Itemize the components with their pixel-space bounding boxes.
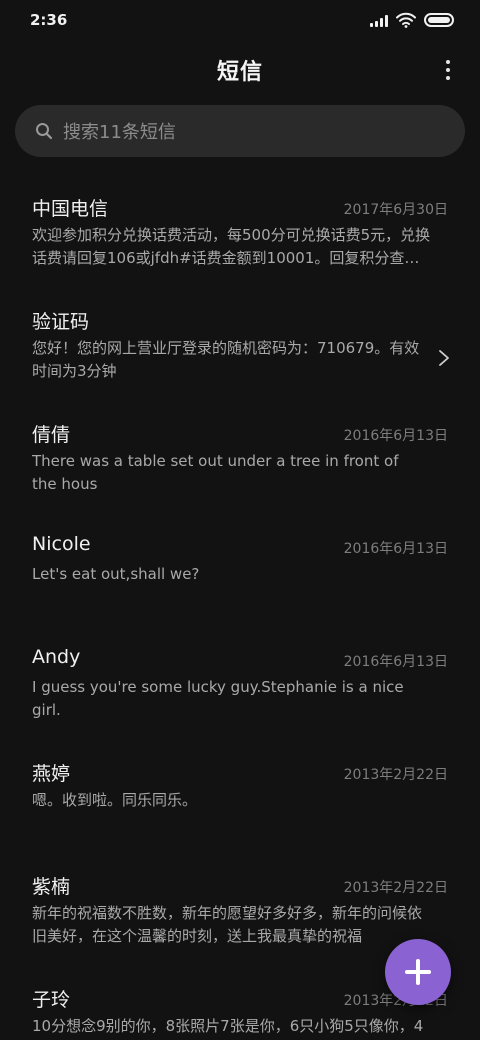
- message-preview: I guess you're some lucky guy.Stephanie …: [32, 678, 404, 719]
- message-preview: 您好！您的网上营业厅登录的随机密码为：710679。有效时间为3分钟: [32, 339, 420, 380]
- message-preview: 欢迎参加积分兑换话费活动，每500分可兑换话费5元，兑换话费请回复106或jfd…: [32, 226, 431, 267]
- contact-name: 验证码: [32, 311, 90, 333]
- message-date: 2017年6月30日: [343, 202, 448, 218]
- contact-name: 倩倩: [32, 424, 71, 446]
- new-message-button[interactable]: [385, 939, 451, 1005]
- message-date: 2016年6月13日: [343, 541, 448, 557]
- conversation-list: 中国电信 2017年6月30日 欢迎参加积分兑换话费活动，每500分可兑换话费5…: [0, 180, 480, 1040]
- list-item[interactable]: Andy 2016年6月13日 I guess you're some luck…: [0, 632, 480, 745]
- contact-name: 紫楠: [32, 876, 71, 898]
- search-placeholder: 搜索11条短信: [63, 122, 176, 143]
- message-date: 2016年6月13日: [343, 428, 448, 444]
- message-preview: 新年的祝福数不胜数，新年的愿望好多好多，新年的问候依旧美好，在这个温馨的时刻，送…: [32, 904, 423, 945]
- status-bar: 2:36: [0, 0, 480, 42]
- message-preview: 嗯。收到啦。同乐同乐。: [32, 791, 198, 809]
- message-preview: 10分想念9别的你，8张照片7张是你，6只小狗5只像你，4根骨头3根归你，2爪着…: [32, 1017, 424, 1035]
- message-preview: Let's eat out,shall we?: [32, 565, 200, 583]
- list-item[interactable]: 倩倩 2016年6月13日 There was a table set out …: [0, 406, 480, 519]
- list-item[interactable]: 中国电信 2017年6月30日 欢迎参加积分兑换话费活动，每500分可兑换话费5…: [0, 180, 480, 293]
- message-date: 2013年2月22日: [343, 767, 448, 783]
- contact-name: 燕婷: [32, 763, 71, 785]
- list-item[interactable]: Nicole 2016年6月13日 Let's eat out,shall we…: [0, 519, 480, 632]
- message-preview: There was a table set out under a tree i…: [32, 452, 399, 493]
- message-date: 2016年6月13日: [343, 654, 448, 670]
- status-time: 2:36: [30, 11, 68, 29]
- contact-name: 中国电信: [32, 198, 109, 220]
- message-date: 2013年2月22日: [343, 880, 448, 896]
- messages-screen: 2:36 短信 搜索11条短信 中国电信 2017年6月30日 欢迎参加积分兑换…: [0, 0, 480, 1040]
- contact-name: 子玲: [32, 989, 71, 1011]
- chevron-right-icon: [439, 350, 449, 366]
- list-item[interactable]: 验证码 您好！您的网上营业厅登录的随机密码为：710679。有效时间为3分钟: [0, 293, 480, 406]
- more-vertical-icon[interactable]: [438, 56, 458, 84]
- status-icons: [370, 12, 454, 28]
- search-icon: [36, 123, 53, 140]
- list-item[interactable]: 燕婷 2013年2月22日 嗯。收到啦。同乐同乐。: [0, 745, 480, 858]
- page-title: 短信: [216, 60, 263, 85]
- contact-name: Nicole: [32, 533, 91, 555]
- contact-name: Andy: [32, 646, 81, 668]
- search-input[interactable]: 搜索11条短信: [15, 105, 465, 157]
- battery-icon: [424, 13, 454, 27]
- wifi-icon: [396, 12, 416, 28]
- header: 短信: [0, 42, 480, 98]
- signal-icon: [370, 14, 388, 27]
